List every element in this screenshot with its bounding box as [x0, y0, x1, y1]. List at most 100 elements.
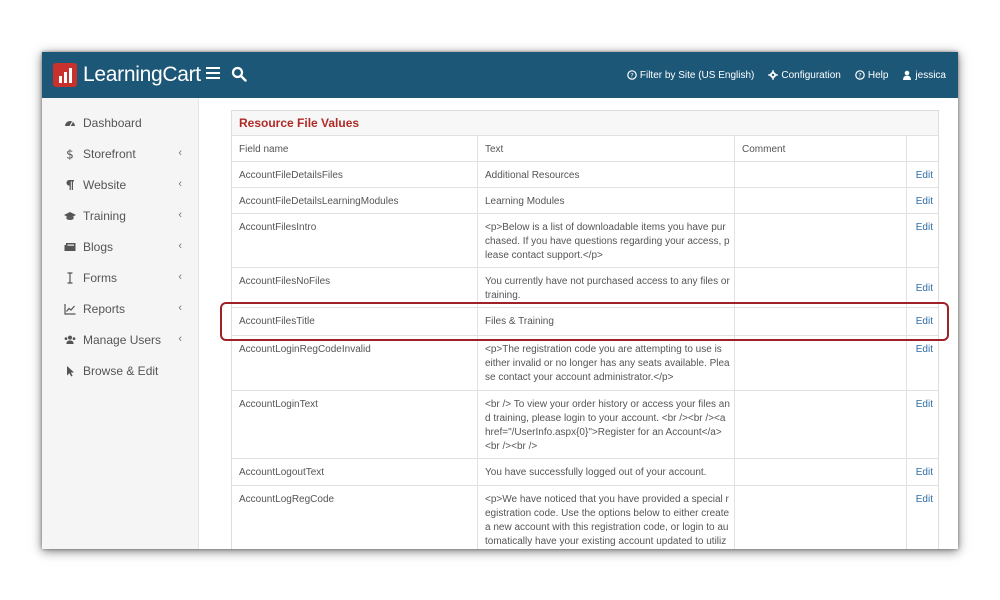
- sidebar-item-training[interactable]: Training ‹: [64, 207, 182, 225]
- svg-text:?: ?: [630, 72, 633, 80]
- chevron-left-icon: ‹: [178, 271, 182, 283]
- edit-link[interactable]: Edit: [916, 494, 933, 505]
- table-row: AccountFileDetailsFiles Additional Resou…: [232, 162, 938, 188]
- chevron-left-icon: ‹: [178, 178, 182, 190]
- sidebar-item-manage-users[interactable]: Manage Users ‹: [64, 331, 182, 349]
- text-cell: You currently have not purchased access …: [478, 268, 735, 307]
- configuration-link[interactable]: Configuration: [768, 69, 841, 81]
- table-row: AccountFileDetailsLearningModules Learni…: [232, 188, 938, 214]
- chevron-left-icon: ‹: [178, 147, 182, 159]
- brand-logo[interactable]: LearningCart: [53, 62, 201, 88]
- chevron-left-icon: ‹: [178, 209, 182, 221]
- main-content: Resource File Values Field name Text Com…: [199, 98, 958, 549]
- sidebar-item-dashboard[interactable]: Dashboard: [64, 114, 182, 132]
- sidebar-item-label: Blogs: [83, 240, 114, 254]
- top-navbar: LearningCart ? Filter by Site (US Englis…: [42, 52, 958, 98]
- comment-cell: [735, 162, 907, 187]
- edit-link[interactable]: Edit: [916, 196, 933, 207]
- configuration-label: Configuration: [781, 69, 841, 81]
- field-name-cell: AccountFilesTitle: [232, 308, 478, 335]
- comment-cell: [735, 336, 907, 390]
- table-header: Field name Text Comment: [232, 136, 938, 162]
- sidebar: Dashboard $ Storefront ‹ Website ‹ Train…: [42, 98, 199, 549]
- text-cell: <p>Below is a list of downloadable items…: [478, 214, 735, 267]
- text-cell: Files & Training: [478, 308, 735, 335]
- paragraph-icon: [64, 179, 76, 191]
- dollar-icon: $: [64, 148, 76, 160]
- text-cursor-icon: [64, 272, 76, 284]
- panel-heading: Resource File Values: [232, 111, 938, 136]
- resource-file-values-panel: Resource File Values Field name Text Com…: [231, 110, 939, 549]
- chevron-left-icon: ‹: [178, 333, 182, 345]
- table-row: AccountLogoutText You have successfully …: [232, 459, 938, 486]
- text-cell: <p>The registration code you are attempt…: [478, 336, 735, 390]
- sidebar-item-label: Storefront: [83, 147, 136, 161]
- sidebar-item-browse-edit[interactable]: Browse & Edit: [64, 362, 182, 380]
- comment-cell: [735, 459, 907, 485]
- edit-link[interactable]: Edit: [916, 283, 933, 294]
- sidebar-item-label: Training: [83, 209, 126, 223]
- text-cell: Additional Resources: [478, 162, 735, 187]
- comment-cell: [735, 486, 907, 549]
- column-header-actions: [907, 136, 938, 161]
- column-header-text: Text: [478, 136, 735, 161]
- svg-text:$: $: [66, 148, 74, 160]
- sidebar-item-blogs[interactable]: Blogs ‹: [64, 238, 182, 256]
- comment-cell: [735, 308, 907, 335]
- text-cell: You have successfully logged out of your…: [478, 459, 735, 485]
- table-row: AccountFilesNoFiles You currently have n…: [232, 268, 938, 308]
- field-name-cell: AccountFilesNoFiles: [232, 268, 478, 307]
- edit-link[interactable]: Edit: [916, 467, 933, 478]
- top-nav-links: ? Filter by Site (US English) Configurat…: [627, 52, 946, 98]
- sidebar-item-label: Reports: [83, 302, 126, 316]
- sidebar-item-label: Forms: [83, 271, 117, 285]
- table-row: AccountFilesIntro <p>Below is a list of …: [232, 214, 938, 268]
- logo-bars-icon: [53, 63, 77, 87]
- comment-cell: [735, 188, 907, 213]
- brand-name: LearningCart: [83, 63, 201, 86]
- edit-link[interactable]: Edit: [916, 222, 933, 233]
- graduation-cap-icon: [64, 210, 76, 222]
- sidebar-item-label: Manage Users: [83, 333, 162, 347]
- edit-link[interactable]: Edit: [916, 170, 933, 181]
- edit-link[interactable]: Edit: [916, 316, 933, 327]
- field-name-cell: AccountLogoutText: [232, 459, 478, 485]
- table-row: AccountLoginRegCodeInvalid <p>The regist…: [232, 336, 938, 391]
- comment-cell: [735, 391, 907, 458]
- chevron-left-icon: ‹: [178, 240, 182, 252]
- menu-toggle-icon[interactable]: [206, 67, 220, 81]
- edit-link[interactable]: Edit: [916, 399, 933, 410]
- text-cell: <p>We have noticed that you have provide…: [478, 486, 735, 549]
- user-name: jessica: [915, 69, 946, 81]
- user-menu[interactable]: jessica: [902, 70, 946, 81]
- sidebar-item-storefront[interactable]: $ Storefront ‹: [64, 145, 182, 163]
- sidebar-item-website[interactable]: Website ‹: [64, 176, 182, 194]
- question-circle-icon: ?: [627, 70, 637, 80]
- sidebar-item-forms[interactable]: Forms ‹: [64, 269, 182, 287]
- field-name-cell: AccountFilesIntro: [232, 214, 478, 267]
- help-circle-icon: ?: [855, 70, 865, 80]
- users-icon: [64, 334, 76, 346]
- comment-cell: [735, 214, 907, 267]
- help-link[interactable]: ? Help: [855, 69, 889, 81]
- table-row: AccountLogRegCode <p>We have noticed tha…: [232, 486, 938, 549]
- panel-title: Resource File Values: [239, 116, 360, 130]
- pointer-icon: [64, 365, 76, 377]
- filter-by-site-link[interactable]: ? Filter by Site (US English): [627, 70, 754, 81]
- column-header-field-name: Field name: [232, 136, 478, 161]
- table-row-highlighted: AccountFilesTitle Files & Training Edit: [232, 308, 938, 336]
- edit-link[interactable]: Edit: [916, 344, 933, 355]
- field-name-cell: AccountLogRegCode: [232, 486, 478, 549]
- chevron-left-icon: ‹: [178, 302, 182, 314]
- field-name-cell: AccountFileDetailsFiles: [232, 162, 478, 187]
- dashboard-icon: [64, 117, 76, 129]
- comment-cell: [735, 268, 907, 307]
- field-name-cell: AccountFileDetailsLearningModules: [232, 188, 478, 213]
- sidebar-item-label: Browse & Edit: [83, 364, 159, 378]
- sidebar-item-label: Website: [83, 178, 127, 192]
- help-label: Help: [867, 69, 889, 81]
- sidebar-item-reports[interactable]: Reports ‹: [64, 300, 182, 318]
- search-icon[interactable]: [231, 66, 247, 82]
- line-chart-icon: [64, 303, 76, 315]
- field-name-cell: AccountLoginText: [232, 391, 478, 458]
